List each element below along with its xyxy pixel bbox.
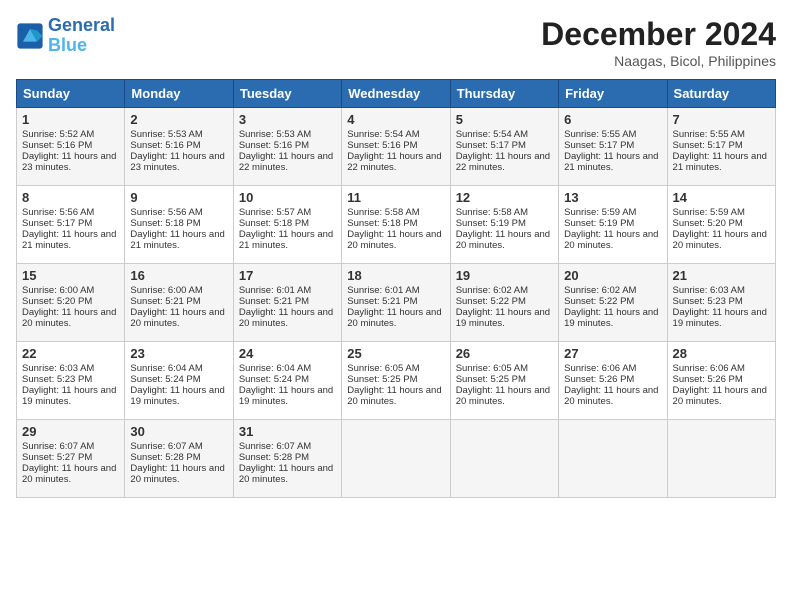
empty-cell bbox=[667, 420, 775, 498]
day-cell-9: 9 Sunrise: 5:56 AMSunset: 5:18 PMDayligh… bbox=[125, 186, 233, 264]
page-container: General Blue December 2024 Naagas, Bicol… bbox=[0, 0, 792, 506]
day-cell-7: 7 Sunrise: 5:55 AMSunset: 5:17 PMDayligh… bbox=[667, 108, 775, 186]
weekday-header-row: Sunday Monday Tuesday Wednesday Thursday… bbox=[17, 80, 776, 108]
day-cell-4: 4 Sunrise: 5:54 AMSunset: 5:16 PMDayligh… bbox=[342, 108, 450, 186]
header-monday: Monday bbox=[125, 80, 233, 108]
day-cell-31: 31 Sunrise: 6:07 AMSunset: 5:28 PMDaylig… bbox=[233, 420, 341, 498]
day-cell-8: 8 Sunrise: 5:56 AMSunset: 5:17 PMDayligh… bbox=[17, 186, 125, 264]
day-cell-2: 2 Sunrise: 5:53 AMSunset: 5:16 PMDayligh… bbox=[125, 108, 233, 186]
day-cell-11: 11 Sunrise: 5:58 AMSunset: 5:18 PMDaylig… bbox=[342, 186, 450, 264]
day-cell-3: 3 Sunrise: 5:53 AMSunset: 5:16 PMDayligh… bbox=[233, 108, 341, 186]
day-cell-23: 23 Sunrise: 6:04 AMSunset: 5:24 PMDaylig… bbox=[125, 342, 233, 420]
day-cell-16: 16 Sunrise: 6:00 AMSunset: 5:21 PMDaylig… bbox=[125, 264, 233, 342]
logo-line2: Blue bbox=[48, 35, 87, 55]
location: Naagas, Bicol, Philippines bbox=[541, 53, 776, 69]
logo-text: General Blue bbox=[48, 16, 115, 56]
day-cell-18: 18 Sunrise: 6:01 AMSunset: 5:21 PMDaylig… bbox=[342, 264, 450, 342]
table-row: 8 Sunrise: 5:56 AMSunset: 5:17 PMDayligh… bbox=[17, 186, 776, 264]
day-cell-13: 13 Sunrise: 5:59 AMSunset: 5:19 PMDaylig… bbox=[559, 186, 667, 264]
empty-cell bbox=[450, 420, 558, 498]
title-block: December 2024 Naagas, Bicol, Philippines bbox=[541, 16, 776, 69]
day-cell-5: 5 Sunrise: 5:54 AMSunset: 5:17 PMDayligh… bbox=[450, 108, 558, 186]
logo: General Blue bbox=[16, 16, 115, 56]
day-cell-21: 21 Sunrise: 6:03 AMSunset: 5:23 PMDaylig… bbox=[667, 264, 775, 342]
logo-line1: General bbox=[48, 15, 115, 35]
day-cell-20: 20 Sunrise: 6:02 AMSunset: 5:22 PMDaylig… bbox=[559, 264, 667, 342]
day-cell-10: 10 Sunrise: 5:57 AMSunset: 5:18 PMDaylig… bbox=[233, 186, 341, 264]
empty-cell bbox=[559, 420, 667, 498]
day-cell-26: 26 Sunrise: 6:05 AMSunset: 5:25 PMDaylig… bbox=[450, 342, 558, 420]
header-saturday: Saturday bbox=[667, 80, 775, 108]
day-cell-29: 29 Sunrise: 6:07 AMSunset: 5:27 PMDaylig… bbox=[17, 420, 125, 498]
day-cell-24: 24 Sunrise: 6:04 AMSunset: 5:24 PMDaylig… bbox=[233, 342, 341, 420]
header-tuesday: Tuesday bbox=[233, 80, 341, 108]
day-cell-12: 12 Sunrise: 5:58 AMSunset: 5:19 PMDaylig… bbox=[450, 186, 558, 264]
table-row: 22 Sunrise: 6:03 AMSunset: 5:23 PMDaylig… bbox=[17, 342, 776, 420]
day-cell-1: 1 Sunrise: 5:52 AMSunset: 5:16 PMDayligh… bbox=[17, 108, 125, 186]
header-thursday: Thursday bbox=[450, 80, 558, 108]
table-row: 29 Sunrise: 6:07 AMSunset: 5:27 PMDaylig… bbox=[17, 420, 776, 498]
header-sunday: Sunday bbox=[17, 80, 125, 108]
header-wednesday: Wednesday bbox=[342, 80, 450, 108]
day-cell-28: 28 Sunrise: 6:06 AMSunset: 5:26 PMDaylig… bbox=[667, 342, 775, 420]
day-cell-6: 6 Sunrise: 5:55 AMSunset: 5:17 PMDayligh… bbox=[559, 108, 667, 186]
table-row: 1 Sunrise: 5:52 AMSunset: 5:16 PMDayligh… bbox=[17, 108, 776, 186]
day-cell-25: 25 Sunrise: 6:05 AMSunset: 5:25 PMDaylig… bbox=[342, 342, 450, 420]
day-cell-22: 22 Sunrise: 6:03 AMSunset: 5:23 PMDaylig… bbox=[17, 342, 125, 420]
header-friday: Friday bbox=[559, 80, 667, 108]
calendar-table: Sunday Monday Tuesday Wednesday Thursday… bbox=[16, 79, 776, 498]
day-cell-14: 14 Sunrise: 5:59 AMSunset: 5:20 PMDaylig… bbox=[667, 186, 775, 264]
day-cell-15: 15 Sunrise: 6:00 AMSunset: 5:20 PMDaylig… bbox=[17, 264, 125, 342]
header: General Blue December 2024 Naagas, Bicol… bbox=[16, 16, 776, 69]
day-cell-19: 19 Sunrise: 6:02 AMSunset: 5:22 PMDaylig… bbox=[450, 264, 558, 342]
empty-cell bbox=[342, 420, 450, 498]
table-row: 15 Sunrise: 6:00 AMSunset: 5:20 PMDaylig… bbox=[17, 264, 776, 342]
month-title: December 2024 bbox=[541, 16, 776, 53]
logo-icon bbox=[16, 22, 44, 50]
day-cell-30: 30 Sunrise: 6:07 AMSunset: 5:28 PMDaylig… bbox=[125, 420, 233, 498]
day-cell-17: 17 Sunrise: 6:01 AMSunset: 5:21 PMDaylig… bbox=[233, 264, 341, 342]
day-cell-27: 27 Sunrise: 6:06 AMSunset: 5:26 PMDaylig… bbox=[559, 342, 667, 420]
